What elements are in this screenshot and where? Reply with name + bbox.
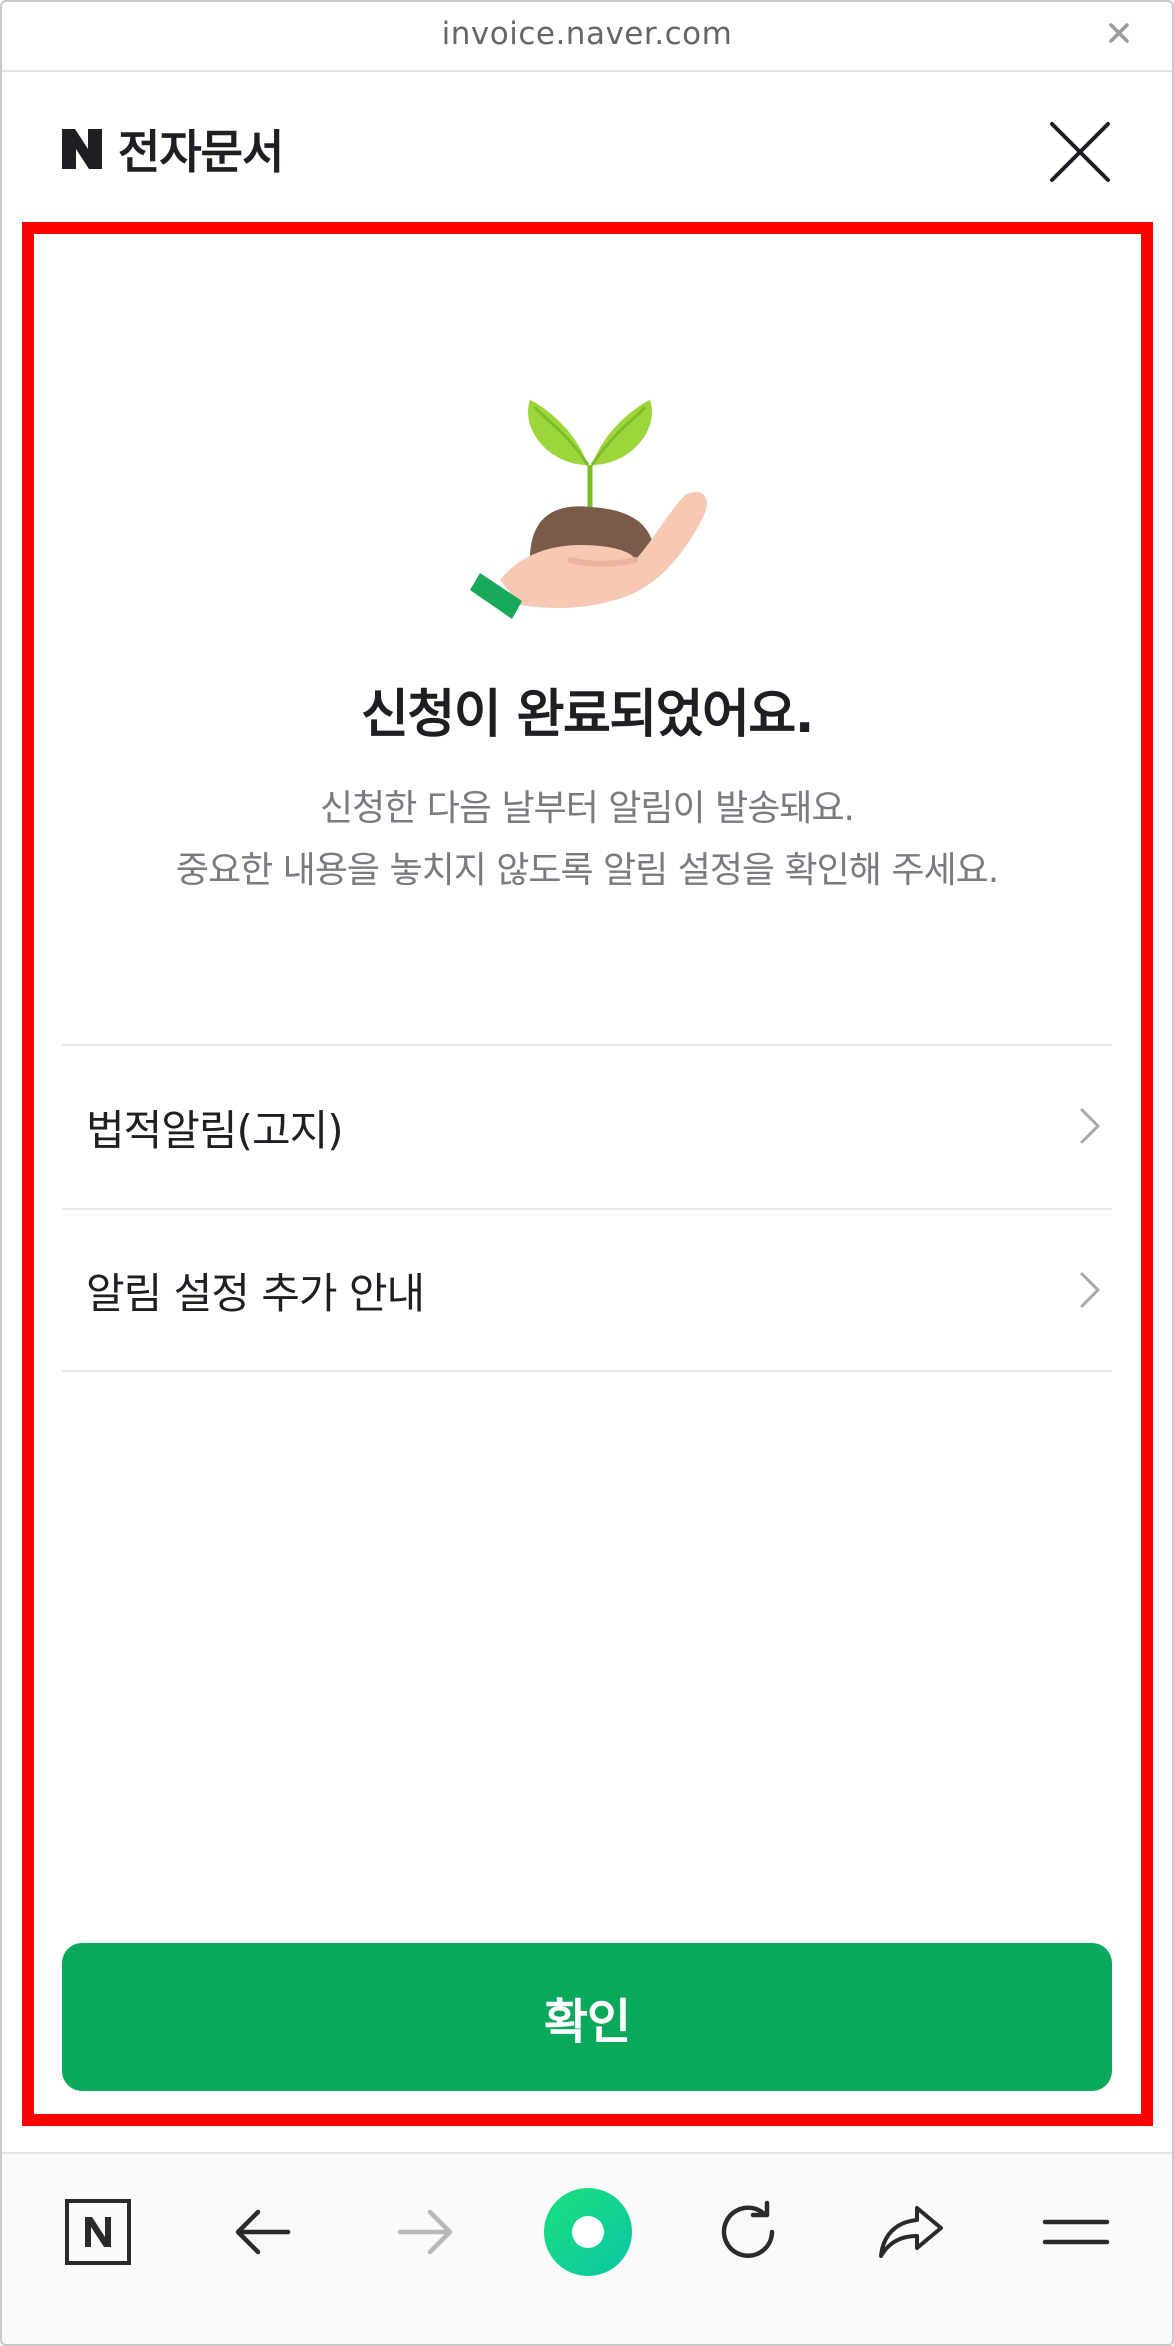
green-dot-icon [544, 2188, 632, 2276]
headline: 신청이 완료되었어요. [361, 685, 814, 745]
share-icon [879, 2206, 943, 2258]
confirm-button[interactable]: 확인 [62, 1943, 1112, 2091]
description-line: 중요한 내용을 놓치지 않도록 알림 설정을 확인해 주세요. [175, 850, 999, 891]
description-line: 신청한 다음 날부터 알림이 발송돼요. [319, 788, 855, 829]
naver-n-logo-icon [62, 129, 102, 169]
settings-list: 법적알림(고지) 알림 설정 추가 안내 [62, 1044, 1112, 1372]
url-bar: invoice.naver.com [0, 0, 1174, 72]
forward-arrow-icon [397, 2209, 453, 2255]
naver-home-button[interactable] [58, 2192, 138, 2272]
page-header: 전자문서 [0, 72, 1174, 222]
menu-button[interactable] [1036, 2192, 1116, 2272]
close-icon[interactable] [1048, 120, 1112, 184]
share-button[interactable] [872, 2192, 952, 2272]
chevron-right-icon [1080, 1108, 1100, 1144]
description: 신청한 다음 날부터 알림이 발송돼요. 중요한 내용을 놓치지 않도록 알림 … [0, 778, 1174, 902]
browser-toolbar [0, 2152, 1174, 2346]
chevron-right-icon [1080, 1272, 1100, 1308]
close-tab-icon[interactable] [1104, 18, 1134, 48]
back-arrow-icon [235, 2209, 291, 2255]
page-title: 전자문서 [118, 125, 284, 179]
naver-home-icon [65, 2199, 131, 2265]
list-item-legal-notice[interactable]: 법적알림(고지) [62, 1044, 1112, 1208]
reload-button[interactable] [708, 2192, 788, 2272]
green-dot-button[interactable] [542, 2186, 634, 2278]
forward-button[interactable] [386, 2192, 466, 2272]
url-text: invoice.naver.com [441, 16, 733, 52]
menu-icon [1042, 2219, 1110, 2245]
list-item-notification-guide[interactable]: 알림 설정 추가 안내 [62, 1208, 1112, 1372]
brand: 전자문서 [60, 122, 284, 179]
list-item-label: 알림 설정 추가 안내 [86, 1268, 425, 1318]
seedling-in-hand-icon [470, 399, 708, 619]
back-button[interactable] [222, 2192, 302, 2272]
list-item-label: 법적알림(고지) [86, 1105, 344, 1155]
reload-icon [721, 2200, 775, 2258]
